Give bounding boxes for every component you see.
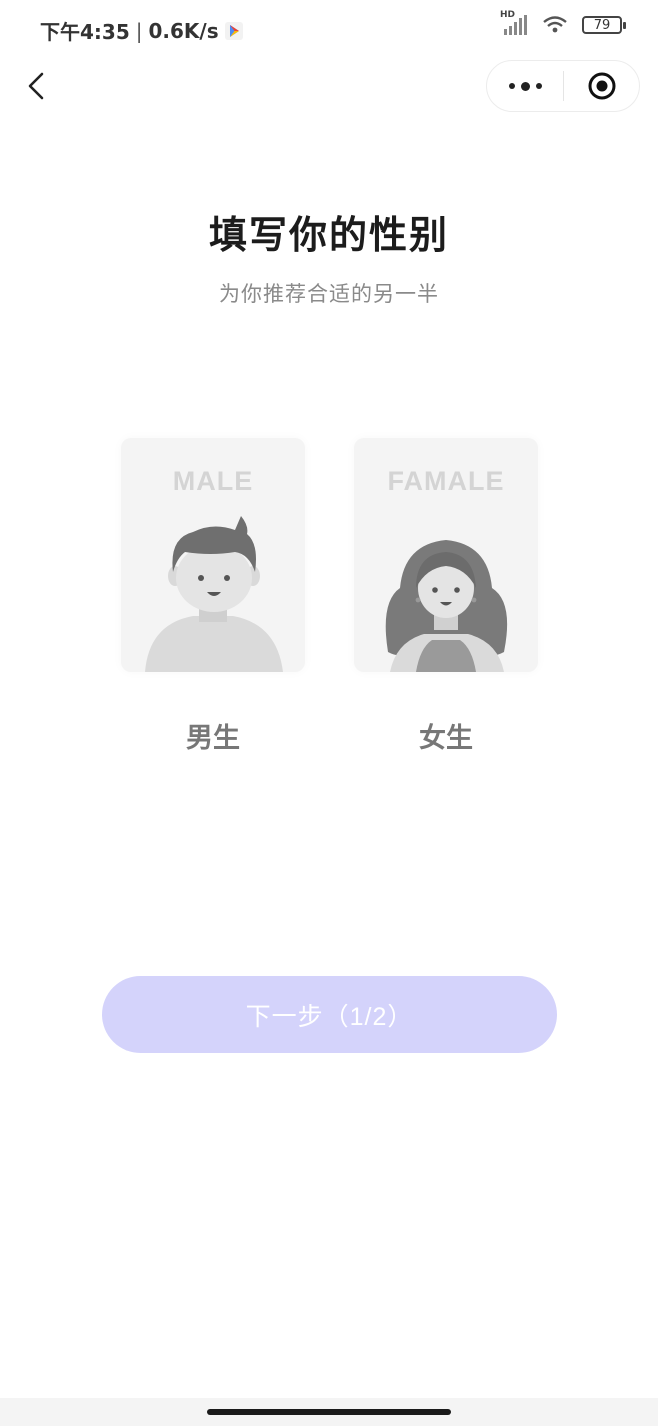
- home-indicator[interactable]: [207, 1409, 451, 1415]
- male-avatar-icon: [145, 516, 283, 672]
- female-avatar-icon: [385, 540, 508, 672]
- status-left: 下午4:35 | 0.6K/s: [40, 16, 243, 45]
- female-option-card[interactable]: FAMALE: [354, 438, 538, 672]
- nav-bar: [0, 56, 658, 116]
- close-button[interactable]: [564, 61, 639, 111]
- more-button[interactable]: [487, 61, 563, 111]
- target-circle-icon: [588, 72, 615, 100]
- status-bar: 下午4:35 | 0.6K/s HD 79: [0, 0, 658, 56]
- female-label[interactable]: 女生: [354, 716, 538, 755]
- male-option-card[interactable]: MALE: [121, 438, 305, 672]
- battery-level: 79: [593, 17, 611, 33]
- status-right: HD 79: [500, 10, 626, 36]
- network-type: HD: [500, 10, 516, 20]
- play-store-icon: [224, 21, 243, 40]
- battery-icon: 79: [582, 16, 626, 34]
- status-separator: |: [135, 18, 143, 43]
- cellular-signal-icon: HD: [500, 10, 528, 36]
- network-speed: 0.6K/s: [148, 18, 219, 43]
- next-step-button[interactable]: 下一步（1/2）: [102, 976, 557, 1053]
- page-subtitle: 为你推荐合适的另一半: [219, 282, 439, 306]
- chevron-left-icon: [28, 72, 44, 100]
- back-button[interactable]: [22, 66, 54, 106]
- wifi-icon: [543, 16, 567, 33]
- more-dots-icon: [508, 81, 542, 91]
- male-label[interactable]: 男生: [121, 716, 305, 755]
- page-title: 填写你的性别: [208, 213, 449, 257]
- mini-program-capsule: [486, 60, 640, 112]
- status-time: 下午4:35: [40, 20, 130, 44]
